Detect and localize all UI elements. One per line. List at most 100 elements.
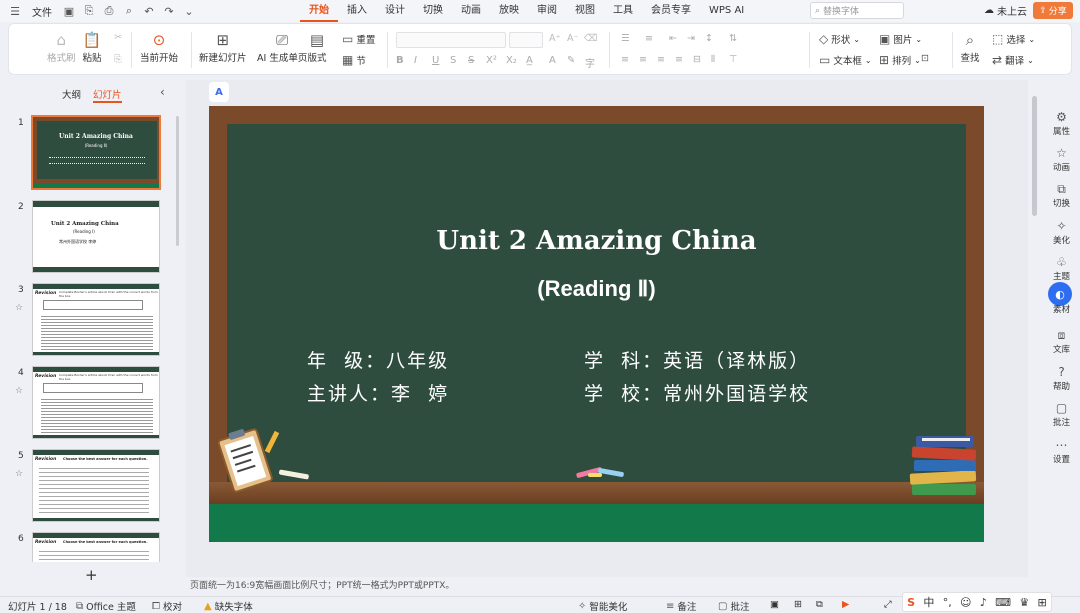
skin-icon[interactable]: ♛ bbox=[1019, 596, 1029, 609]
slideshow-icon[interactable]: ▶ bbox=[842, 599, 849, 610]
tab-design[interactable]: 设计 bbox=[376, 0, 414, 22]
sidebar-item-beautify[interactable]: ✧ 美化 bbox=[1043, 219, 1080, 246]
star-icon[interactable]: ☆ bbox=[15, 386, 23, 396]
clear-format-icon[interactable]: ⌫ bbox=[584, 33, 597, 44]
font-name-select[interactable] bbox=[396, 32, 506, 48]
keyboard-icon[interactable]: ⌨ bbox=[995, 596, 1011, 609]
tab-view[interactable]: 视图 bbox=[566, 0, 604, 22]
share-button[interactable]: ⇪ 分享 bbox=[1033, 2, 1073, 19]
shadow-icon[interactable]: S bbox=[450, 55, 456, 66]
punctuation-icon[interactable]: °, bbox=[943, 596, 952, 609]
superscript-icon[interactable]: X² bbox=[486, 55, 497, 66]
sidebar-item-library[interactable]: ⧈ 文库 bbox=[1043, 328, 1080, 355]
slide-thumbnail[interactable]: Unit 2 Amazing China (Reading Ⅰ) 常州外国语学校… bbox=[32, 200, 160, 273]
italic-icon[interactable]: I bbox=[414, 55, 417, 66]
increase-indent-icon[interactable]: ⇥ bbox=[687, 33, 695, 44]
preview-icon[interactable]: ⌕ bbox=[120, 2, 138, 20]
format-painter-button[interactable]: ⌂ 格式刷 bbox=[47, 30, 76, 64]
wps-ai-float-icon[interactable]: A bbox=[209, 82, 229, 102]
font-color-icon[interactable]: A bbox=[549, 55, 556, 66]
tab-member[interactable]: 会员专享 bbox=[642, 0, 700, 22]
grow-font-icon[interactable]: A⁺ bbox=[549, 33, 561, 44]
menu-icon[interactable]: ☰ bbox=[6, 2, 24, 20]
cut-icon[interactable]: ✂ bbox=[114, 32, 122, 43]
star-icon[interactable]: ☆ bbox=[15, 303, 23, 313]
smart-beautify-button[interactable]: ✧ 智能美化 bbox=[578, 599, 627, 613]
info-school[interactable]: 学 校：常州外国语学校 bbox=[584, 379, 810, 406]
underline-icon[interactable]: U bbox=[432, 55, 439, 66]
copy-icon[interactable]: ⎘ bbox=[114, 54, 122, 65]
more-format-icon[interactable]: ⊡ bbox=[921, 53, 929, 64]
tab-transitions[interactable]: 切换 bbox=[414, 0, 452, 22]
slide-thumbnail-row[interactable]: 5 ☆ Revision Choose the best answer for … bbox=[0, 449, 176, 525]
search-input[interactable]: ⌕ 替换字体 bbox=[810, 2, 904, 19]
notes-text[interactable]: 页面统一为16:9宽幅画面比例尺寸；PPT统一格式为PPT或PPTX。 bbox=[190, 581, 454, 591]
align-left-icon[interactable]: ≡ bbox=[621, 54, 629, 65]
text-effect-icon[interactable]: 字 bbox=[585, 55, 595, 70]
toolbox-icon[interactable]: ⊞ bbox=[1038, 596, 1047, 609]
new-slide-button[interactable]: ⊞ 新建幻灯片 bbox=[199, 30, 247, 64]
proofread-button[interactable]: ⧠ 校对 bbox=[152, 599, 182, 613]
tab-review[interactable]: 审阅 bbox=[528, 0, 566, 22]
section-button[interactable]: ▦ 节 bbox=[342, 53, 366, 67]
subscript-icon[interactable]: X₂ bbox=[506, 55, 517, 66]
sidebar-item-properties[interactable]: ⚙ 属性 bbox=[1043, 110, 1080, 137]
font-size-select[interactable] bbox=[509, 32, 543, 48]
theme-indicator[interactable]: ⧉ Office 主题 bbox=[76, 599, 136, 613]
reading-view-icon[interactable]: ⧉ bbox=[816, 599, 823, 610]
sidebar-item-theme[interactable]: ♧ 主题 bbox=[1043, 255, 1080, 282]
voice-icon[interactable]: ♪ bbox=[980, 596, 987, 609]
print-icon[interactable]: ⎙ bbox=[100, 2, 118, 20]
tab-outline[interactable]: 大纲 bbox=[62, 87, 81, 103]
add-slide-icon[interactable]: + bbox=[85, 566, 98, 584]
scroll-thumb[interactable] bbox=[1032, 96, 1037, 216]
arrange-button[interactable]: ⊞ 排列 ⌄ bbox=[879, 53, 921, 67]
comments-toggle[interactable]: ▢ 批注 bbox=[718, 599, 749, 613]
align-center-icon[interactable]: ≡ bbox=[639, 54, 647, 65]
select-button[interactable]: ⬚ 选择 ⌄ bbox=[992, 32, 1035, 46]
sorter-view-icon[interactable]: ⊞ bbox=[794, 599, 802, 610]
notes-toggle[interactable]: ≡ 备注 bbox=[666, 599, 696, 613]
distribute-icon[interactable]: ⊟ bbox=[693, 54, 701, 65]
slide-thumbnail-row[interactable]: 3 ☆ Revision Complete Border's article a… bbox=[0, 283, 176, 359]
slide-canvas[interactable]: Unit 2 Amazing China (Reading Ⅱ) 年 级：八年级… bbox=[209, 106, 984, 542]
slide-thumbnail-row[interactable]: 1 Unit 2 Amazing China (Reading Ⅱ) bbox=[0, 115, 176, 192]
missing-font-button[interactable]: ▲ 缺失字体 bbox=[204, 599, 253, 613]
cloud-status[interactable]: ☁ 未上云 bbox=[984, 3, 1027, 18]
tab-tools[interactable]: 工具 bbox=[604, 0, 642, 22]
decrease-indent-icon[interactable]: ⇤ bbox=[669, 33, 677, 44]
slide-title[interactable]: Unit 2 Amazing China bbox=[209, 226, 984, 256]
sidebar-item-animation[interactable]: ☆ 动画 bbox=[1043, 146, 1080, 173]
slide-thumbnail-row[interactable]: 6 Revision Choose the best answer for ea… bbox=[0, 532, 176, 562]
sidebar-item-help[interactable]: ? 帮助 bbox=[1043, 365, 1080, 392]
tab-home[interactable]: 开始 bbox=[300, 0, 338, 22]
play-from-current-button[interactable]: ⊙ 当前开始 bbox=[140, 30, 178, 64]
panel-scrollbar[interactable] bbox=[176, 116, 179, 246]
columns-icon[interactable]: ⫴ bbox=[711, 54, 715, 65]
chevron-down-icon[interactable]: ⌄ bbox=[180, 2, 198, 20]
slide-thumbnail-row[interactable]: 2 Unit 2 Amazing China (Reading Ⅰ) 常州外国语… bbox=[0, 200, 176, 276]
emoji-icon[interactable]: ☺ bbox=[960, 596, 971, 609]
strikethrough-icon[interactable]: S bbox=[468, 55, 474, 66]
highlight-icon[interactable]: ✎ bbox=[567, 55, 575, 66]
sidebar-item-settings[interactable]: ⋯ 设置 bbox=[1043, 438, 1080, 465]
tab-animation[interactable]: 动画 bbox=[452, 0, 490, 22]
normal-view-icon[interactable]: ▣ bbox=[770, 599, 779, 610]
fit-window-icon[interactable]: ⤢ bbox=[884, 599, 892, 610]
layout-button[interactable]: ▤ 版式 bbox=[307, 30, 327, 64]
tab-slideshow[interactable]: 放映 bbox=[490, 0, 528, 22]
info-teacher[interactable]: 主讲人：李 婷 bbox=[307, 379, 449, 406]
sidebar-item-transition[interactable]: ⧉ 切换 bbox=[1043, 182, 1080, 209]
shape-button[interactable]: ◇ 形状 ⌄ bbox=[819, 32, 860, 46]
slide-thumbnail[interactable]: Revision Complete Border's article about… bbox=[32, 366, 160, 439]
file-menu[interactable]: 文件 bbox=[26, 4, 58, 19]
bullets-icon[interactable]: ☰ bbox=[621, 33, 630, 44]
slide-subtitle[interactable]: (Reading Ⅱ) bbox=[209, 276, 984, 302]
slide-thumbnail[interactable]: Revision Complete Border's article about… bbox=[32, 283, 160, 356]
sidebar-item-material[interactable]: 素材 bbox=[1043, 303, 1080, 315]
tab-insert[interactable]: 插入 bbox=[338, 0, 376, 22]
bold-icon[interactable]: B bbox=[396, 55, 404, 66]
find-button[interactable]: ⌕ 查找 bbox=[960, 30, 980, 64]
paste-button[interactable]: 📋 粘贴 bbox=[82, 30, 102, 64]
redo-icon[interactable]: ↷ bbox=[160, 2, 178, 20]
